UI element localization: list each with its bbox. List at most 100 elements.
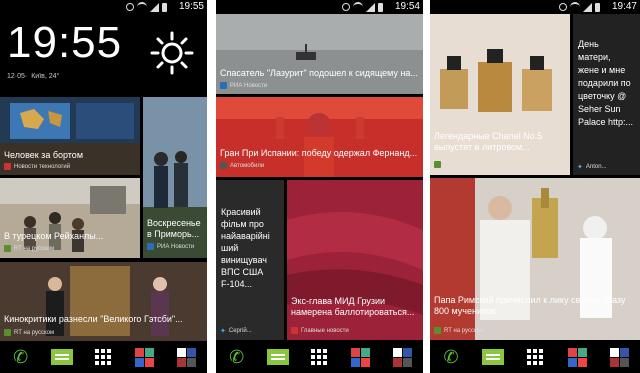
news-tile[interactable]: Легендарные Chanel No.5 выпустят в литро… [430, 14, 570, 175]
status-bar: 19:47 [430, 0, 640, 14]
tweet-line: ВПС США [221, 267, 264, 277]
tile-source: ✦ Anton... [577, 163, 607, 171]
google-folder-icon[interactable] [133, 347, 157, 367]
tweet-line: Palace http:... [578, 117, 634, 127]
status-time: 19:55 [178, 1, 204, 12]
tweet-line: F-104... [221, 279, 253, 289]
tweet-line: жене и мне [578, 65, 626, 75]
source-icon [4, 329, 11, 336]
battery-icon [162, 2, 167, 12]
all-apps-icon[interactable] [307, 347, 331, 367]
social-folder-icon[interactable] [174, 347, 198, 367]
signal-icon [583, 2, 592, 12]
caption-line: Папа Римский причислил к лику святых сра… [434, 295, 626, 305]
all-apps-icon[interactable] [523, 347, 547, 367]
all-apps-icon[interactable] [91, 347, 115, 367]
tile-source: Новости технологий [4, 163, 70, 170]
tile-source-label: РИА Новости [230, 82, 268, 89]
tile-caption: Легендарные Chanel No.5 выпустят в литро… [434, 131, 567, 153]
tile-source-label: RT на русском [14, 245, 55, 252]
clock-date: 12·05· [7, 73, 28, 80]
source-icon [4, 245, 11, 252]
messages-icon[interactable] [481, 347, 505, 367]
messages-icon[interactable] [266, 347, 290, 367]
tweet-text: День матери, жене и мне подарили по цвет… [578, 38, 633, 129]
wifi-icon [353, 2, 363, 12]
caption-line: Легендарные Chanel No.5 [434, 131, 543, 141]
wifi-icon [137, 2, 147, 12]
tweet-tile[interactable]: Красивий фільм про найаварійні ший винищ… [216, 180, 284, 340]
dock: ✆ [430, 341, 640, 373]
social-folder-icon[interactable] [390, 347, 414, 367]
tile-caption: Гран При Испании: победу одержал Фернанд… [220, 148, 418, 158]
phone-icon[interactable]: ✆ [439, 347, 463, 367]
news-tile[interactable]: Человек за бортом Новости технологий [0, 97, 140, 175]
tile-source-label: RT на русском [14, 329, 55, 336]
signal-icon [150, 2, 159, 12]
tile-source-label: РИА Новости [157, 243, 195, 250]
status-icons [126, 2, 167, 12]
tweet-tile[interactable]: День матери, жене и мне подарили по цвет… [573, 14, 640, 175]
tweet-line: цветочку @ [578, 91, 627, 101]
status-bar: 19:55 [0, 0, 207, 14]
tweet-line: Seher Sun [578, 104, 621, 114]
source-icon [147, 243, 154, 250]
tile-source-label: Anton... [585, 164, 607, 170]
tile-source: RT на русском [434, 161, 484, 168]
news-tile[interactable]: Спасатель "Лазурит" подошел к сидящему н… [216, 14, 423, 94]
clock-time: 19:55 [7, 18, 123, 67]
home-screen-panel-2: 19:54 Спасатель "Лазурит" подошел к сидя… [216, 0, 423, 373]
dock: ✆ [216, 341, 423, 373]
weather-sun-icon [150, 31, 194, 75]
tile-source-label: Главные новости [301, 327, 349, 334]
tile-source: Автомобили [220, 162, 264, 169]
tile-source: РИА Новости [220, 82, 267, 89]
tweet-line: найаварійні [221, 231, 270, 241]
battery-icon [378, 2, 383, 12]
wifi-icon [570, 2, 580, 12]
tile-source-label: RT на русском [444, 327, 485, 334]
status-bar: 19:54 [216, 0, 423, 14]
tile-source-label: Новости технологий [14, 163, 71, 170]
google-folder-icon[interactable] [349, 347, 373, 367]
source-icon [434, 327, 441, 334]
clock-city: Київ, 24° [31, 73, 60, 80]
news-tile[interactable]: В турецком Рейханлы... RT на русском [0, 178, 140, 258]
tile-source-label: Автомобили [230, 162, 265, 169]
phone-icon[interactable]: ✆ [225, 347, 249, 367]
tile-caption: Экс-глава МИД Грузии намерена баллотиров… [291, 296, 415, 317]
clock-widget[interactable]: 19:55 12·05· Київ, 24° [0, 14, 207, 96]
tile-source: RT на русском [4, 329, 54, 336]
tile-source: ✦ Сергій... [220, 327, 252, 335]
tile-source-label: Сергій... [228, 328, 252, 334]
phone-icon[interactable]: ✆ [9, 347, 33, 367]
source-icon [220, 82, 227, 89]
news-tile[interactable]: Экс-глава МИД Грузии намерена баллотиров… [287, 180, 423, 340]
google-folder-icon[interactable] [565, 347, 589, 367]
messages-icon[interactable] [50, 347, 74, 367]
source-icon [291, 327, 298, 334]
news-tile[interactable]: Папа Римский причислил к лику святых сра… [430, 178, 640, 340]
tile-source: RT на русском [434, 327, 484, 334]
status-icons [342, 2, 383, 12]
tweet-line: Красивий [221, 207, 261, 217]
tile-caption: Папа Римский причислил к лику святых сра… [434, 295, 637, 317]
source-icon [4, 163, 11, 170]
news-tile[interactable]: Кинокритики разнесли "Великого Гэтсби"..… [0, 262, 207, 342]
alarm-icon [559, 3, 567, 11]
caption-line: 800 мучеников [434, 306, 496, 316]
tweet-line: ший [221, 243, 239, 253]
tweet-line: подарили по [578, 78, 631, 88]
dock: ✆ [0, 341, 207, 373]
status-time: 19:54 [394, 1, 420, 12]
source-icon [434, 161, 441, 168]
status-icons [559, 2, 600, 12]
social-folder-icon[interactable] [607, 347, 631, 367]
news-tile[interactable]: Гран При Испании: победу одержал Фернанд… [216, 97, 423, 177]
tile-source: Главные новости [291, 327, 349, 334]
status-time: 19:47 [611, 1, 637, 12]
tile-caption: Человек за бортом [4, 150, 84, 160]
news-tile[interactable]: Воскресенье в Приморь... РИА Новости [143, 97, 207, 258]
signal-icon [366, 2, 375, 12]
tile-caption: Спасатель "Лазурит" подошел к сидящему н… [220, 68, 418, 78]
